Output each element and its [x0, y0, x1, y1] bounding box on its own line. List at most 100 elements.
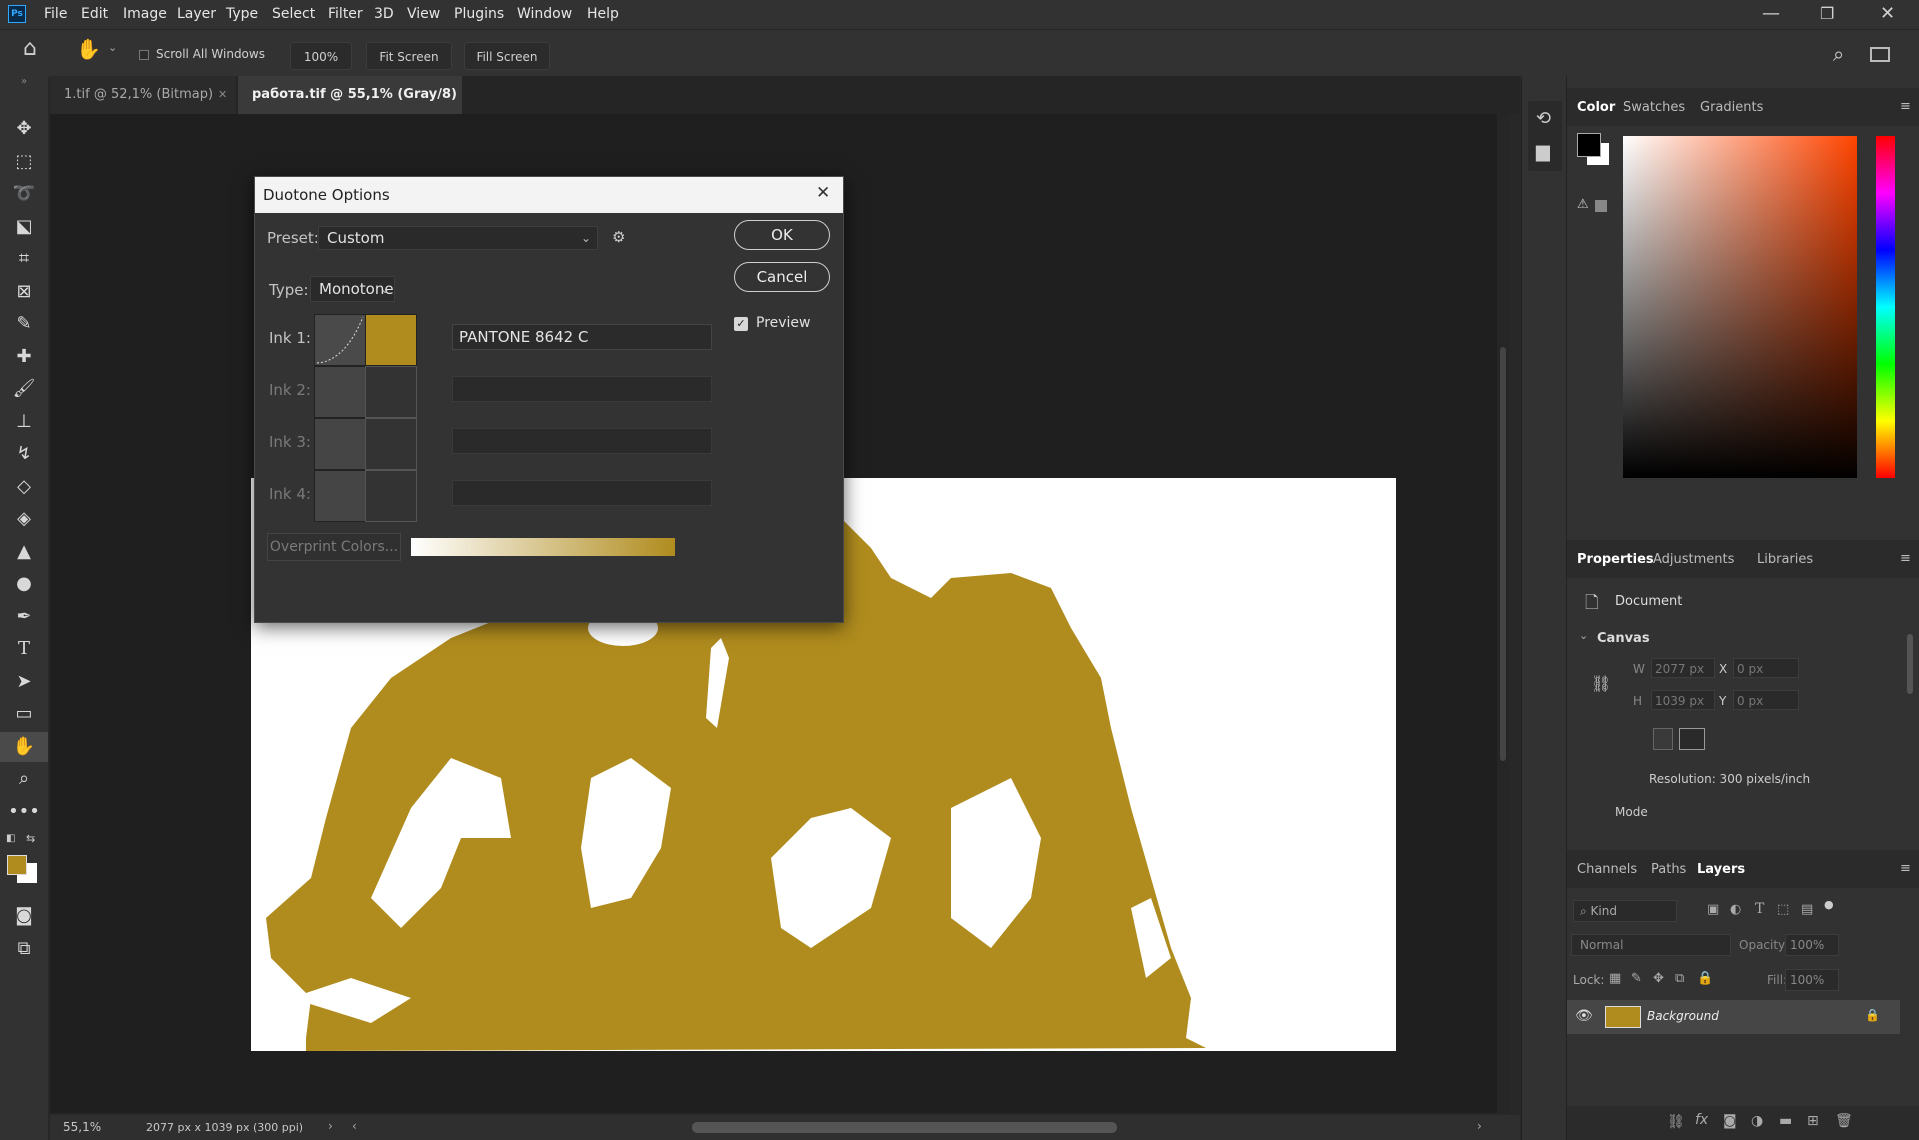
- ink-2-name-field[interactable]: [452, 376, 712, 402]
- zoom-100-button[interactable]: 100%: [290, 42, 352, 70]
- pen-tool-icon[interactable]: ✒: [0, 602, 48, 632]
- menu-filter[interactable]: Filter: [328, 6, 363, 22]
- menu-edit[interactable]: Edit: [81, 6, 108, 22]
- swap-colors-icon[interactable]: ⇆: [26, 832, 35, 845]
- menu-layer[interactable]: Layer: [177, 6, 216, 22]
- tab-channels[interactable]: Channels: [1577, 862, 1637, 877]
- eyedropper-tool-icon[interactable]: ✎: [0, 309, 48, 339]
- blur-tool-icon[interactable]: ▲: [0, 537, 48, 567]
- clone-stamp-tool-icon[interactable]: ⊥: [0, 407, 48, 437]
- ink-1-name-field[interactable]: PANTONE 8642 C: [452, 324, 712, 350]
- ink-4-color-swatch[interactable]: [365, 470, 417, 522]
- zoom-tool-icon[interactable]: ⌕: [0, 764, 48, 794]
- panel-menu-icon[interactable]: ≡: [1900, 99, 1911, 114]
- landscape-orientation-icon[interactable]: [1679, 728, 1705, 750]
- vertical-scrollbar[interactable]: [1497, 114, 1509, 1113]
- link-dimensions-icon[interactable]: ⛓: [1591, 674, 1611, 693]
- default-colors-icon[interactable]: ◧: [6, 833, 15, 844]
- collapse-toolbar-icon[interactable]: »: [0, 76, 48, 88]
- preview-checkbox[interactable]: ✓: [734, 317, 748, 331]
- close-icon[interactable]: ✕: [1880, 3, 1895, 24]
- menu-file[interactable]: File: [44, 6, 67, 22]
- filter-toggle-icon[interactable]: ●: [1824, 898, 1834, 911]
- x-field[interactable]: 0 px: [1733, 658, 1799, 678]
- portrait-orientation-icon[interactable]: [1653, 728, 1673, 750]
- restore-icon[interactable]: ❐: [1820, 4, 1834, 23]
- scroll-left-icon[interactable]: ‹: [352, 1119, 357, 1133]
- type-select[interactable]: Monotone ⌄: [310, 276, 395, 302]
- rectangle-tool-icon[interactable]: ▭: [0, 699, 48, 729]
- color-field[interactable]: [1623, 136, 1857, 478]
- menu-3d[interactable]: 3D: [374, 6, 394, 22]
- vertical-scrollbar-thumb[interactable]: [1500, 347, 1506, 761]
- tab-gradients[interactable]: Gradients: [1700, 100, 1763, 115]
- lock-pixels-icon[interactable]: ✎: [1631, 971, 1642, 986]
- preset-select[interactable]: Custom ⌄: [318, 226, 598, 250]
- hand-tool-icon[interactable]: ✋: [0, 732, 48, 762]
- workspace-icon[interactable]: [1870, 47, 1890, 62]
- fit-screen-button[interactable]: Fit Screen: [366, 42, 452, 70]
- adjustment-filter-icon[interactable]: ◐: [1730, 902, 1741, 917]
- horizontal-scrollbar-thumb[interactable]: [692, 1122, 1117, 1133]
- screen-mode-icon[interactable]: ⧉: [0, 934, 48, 964]
- fill-field[interactable]: 100%: [1785, 969, 1839, 991]
- ink-1-curve-button[interactable]: [314, 314, 366, 366]
- history-brush-tool-icon[interactable]: ↯: [0, 439, 48, 469]
- close-icon[interactable]: ✕: [816, 183, 830, 203]
- new-layer-icon[interactable]: ⊞: [1807, 1113, 1819, 1129]
- type-tool-icon[interactable]: T: [0, 634, 48, 664]
- menu-window[interactable]: Window: [517, 6, 572, 22]
- ink-4-curve-button[interactable]: [314, 470, 366, 522]
- color-foreground-swatch[interactable]: [1577, 133, 1601, 157]
- ink-3-curve-button[interactable]: [314, 418, 366, 470]
- more-tools-icon[interactable]: •••: [0, 797, 48, 827]
- comments-icon[interactable]: ▆: [1536, 141, 1550, 162]
- link-layers-icon[interactable]: ⛓: [1667, 1114, 1685, 1130]
- shape-filter-icon[interactable]: ⬚: [1777, 902, 1789, 917]
- width-field[interactable]: 2077 px: [1651, 658, 1715, 678]
- tab-properties[interactable]: Properties: [1577, 552, 1654, 567]
- hand-tool-icon[interactable]: ✋: [76, 37, 101, 61]
- path-selection-tool-icon[interactable]: ➤: [0, 667, 48, 697]
- ink-3-color-swatch[interactable]: [365, 418, 417, 470]
- search-icon[interactable]: ⌕: [1833, 42, 1844, 66]
- home-icon[interactable]: ⌂: [23, 36, 37, 61]
- scroll-all-windows-checkbox[interactable]: [139, 50, 149, 60]
- properties-scrollbar[interactable]: [1907, 634, 1913, 694]
- paint-bucket-tool-icon[interactable]: ◈: [0, 504, 48, 534]
- scroll-right-icon[interactable]: ›: [1477, 1119, 1482, 1133]
- y-field[interactable]: 0 px: [1733, 690, 1799, 710]
- eraser-tool-icon[interactable]: ◇: [0, 472, 48, 502]
- quick-mask-icon[interactable]: ◙: [0, 901, 48, 931]
- healing-brush-tool-icon[interactable]: ✚: [0, 342, 48, 372]
- dodge-tool-icon[interactable]: ●: [0, 569, 48, 599]
- menu-help[interactable]: Help: [587, 6, 619, 22]
- new-group-icon[interactable]: ▬: [1779, 1113, 1792, 1129]
- status-menu-arrow-icon[interactable]: ›: [328, 1119, 333, 1133]
- delete-layer-icon[interactable]: 🗑: [1835, 1113, 1853, 1129]
- visibility-eye-icon[interactable]: 👁: [1575, 1008, 1593, 1024]
- minimize-icon[interactable]: —: [1762, 3, 1780, 24]
- menu-type[interactable]: Type: [226, 6, 258, 22]
- panel-menu-icon[interactable]: ≡: [1900, 551, 1911, 566]
- ink-3-name-field[interactable]: [452, 428, 712, 454]
- tab-adjustments[interactable]: Adjustments: [1653, 552, 1734, 567]
- menu-select[interactable]: Select: [272, 6, 315, 22]
- tab-layers[interactable]: Layers: [1697, 862, 1745, 877]
- tab-libraries[interactable]: Libraries: [1757, 552, 1813, 567]
- panel-menu-icon[interactable]: ≡: [1900, 861, 1911, 876]
- lock-all-icon[interactable]: 🔒: [1697, 971, 1713, 986]
- chevron-down-icon[interactable]: ⌄: [108, 41, 117, 54]
- menu-view[interactable]: View: [407, 6, 440, 22]
- layer-row-background[interactable]: 👁 Background 🔒: [1567, 1000, 1900, 1034]
- ink-4-name-field[interactable]: [452, 480, 712, 506]
- menu-image[interactable]: Image: [123, 6, 167, 22]
- tab-1-tif[interactable]: 1.tif @ 52,1% (Bitmap) ✕: [50, 76, 236, 114]
- ink-2-curve-button[interactable]: [314, 366, 366, 418]
- height-field[interactable]: 1039 px: [1651, 690, 1715, 710]
- pixel-filter-icon[interactable]: ▣: [1707, 902, 1719, 917]
- lock-position-icon[interactable]: ✥: [1653, 971, 1664, 986]
- history-icon[interactable]: ⟲: [1536, 108, 1551, 129]
- lasso-tool-icon[interactable]: ➰: [0, 179, 48, 209]
- type-filter-icon[interactable]: T: [1755, 901, 1764, 917]
